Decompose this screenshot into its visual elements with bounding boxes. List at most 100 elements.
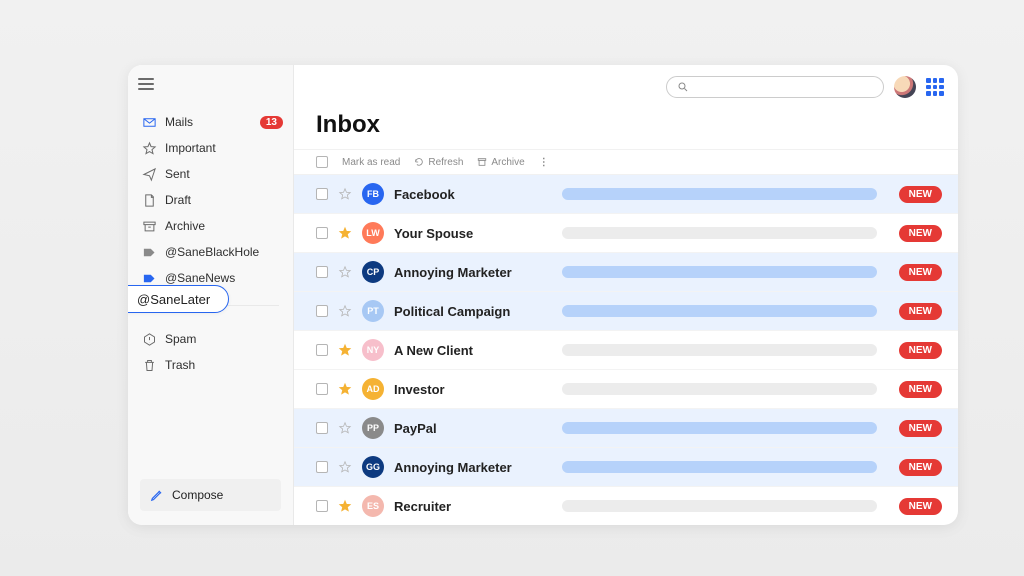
message-row[interactable]: FBFacebookNEW [294,175,958,214]
user-avatar[interactable] [894,76,916,98]
compose-button[interactable]: Compose [140,479,281,511]
sidebar-item-sent[interactable]: Sent [128,161,293,187]
star-icon[interactable] [338,304,352,318]
topbar [294,65,958,109]
star-icon [142,141,157,156]
sidebar-item-mails[interactable]: Mails 13 [128,109,293,135]
spam-icon [142,332,157,347]
message-row[interactable]: CPAnnoying MarketerNEW [294,253,958,292]
sidebar-item-label: Draft [165,193,293,207]
sender-name: Recruiter [394,499,552,514]
row-checkbox[interactable] [316,188,328,200]
message-row[interactable]: GG Annoying Marketer NEW [294,448,958,487]
new-badge: NEW [899,264,942,281]
main-pane: Inbox Mark as read Refresh Archive ⋮ FBF… [294,65,958,525]
send-icon [142,167,157,182]
new-badge: NEW [899,381,942,398]
sidebar-item-label: Mails [165,115,252,129]
new-badge: NEW [899,498,942,515]
message-row[interactable]: PPPayPalNEW [294,409,958,448]
sidebar-item-label: Archive [165,219,293,233]
apps-grid-button[interactable] [926,78,944,96]
tag-gray-icon [142,245,157,260]
message-preview-bar [562,461,877,473]
more-actions-button[interactable]: ⋮ [539,157,550,168]
row-checkbox[interactable] [316,266,328,278]
hamburger-menu-button[interactable] [138,75,293,93]
sidebar-item-label: Trash [165,358,293,372]
sidebar-item--saneblackhole[interactable]: @SaneBlackHole [128,239,293,265]
sender-name: Your Spouse [394,226,552,241]
search-input[interactable] [666,76,884,98]
mark-as-read-button[interactable]: Mark as read [342,157,400,168]
star-icon[interactable] [338,265,352,279]
message-preview-bar [562,383,877,395]
message-preview-bar [562,305,877,317]
row-checkbox[interactable] [316,305,328,317]
row-checkbox[interactable] [316,344,328,356]
new-badge: NEW [899,225,942,242]
select-all-checkbox[interactable] [316,156,328,168]
message-preview-bar [562,344,877,356]
message-row[interactable]: ESRecruiterNEW [294,487,958,525]
message-row[interactable]: PTPolitical CampaignNEW [294,292,958,331]
archive-icon [142,219,157,234]
sender-avatar: GG [362,456,384,478]
sender-avatar: LW [362,222,384,244]
sidebar-item-draft[interactable]: Draft [128,187,293,213]
sidebar-item-label: @SaneNews [165,271,293,285]
message-row[interactable]: LW Your Spouse NEW [294,214,958,253]
mail-icon [142,115,157,130]
star-icon[interactable] [338,499,352,513]
message-preview-bar [562,266,877,278]
row-checkbox[interactable] [316,500,328,512]
sender-avatar: FB [362,183,384,205]
email-app-window: Mails 13 Important Sent Draft Archive @SaneBla… [128,65,958,525]
sidebar-item-archive[interactable]: Archive [128,213,293,239]
star-icon[interactable] [338,382,352,396]
sidebar-item-trash[interactable]: Trash [128,352,293,378]
row-checkbox[interactable] [316,227,328,239]
message-preview-bar [562,500,877,512]
star-icon[interactable] [338,226,352,240]
message-row[interactable]: NY A New Client NEW [294,331,958,370]
star-icon[interactable] [338,460,352,474]
pencil-icon [150,488,164,502]
selected-tag-label: @SaneLater [137,292,210,307]
selected-tag-pill[interactable]: @SaneLater [128,285,229,313]
sender-avatar: PT [362,300,384,322]
row-checkbox[interactable] [316,461,328,473]
refresh-button[interactable]: Refresh [414,157,463,168]
row-checkbox[interactable] [316,422,328,434]
row-checkbox[interactable] [316,383,328,395]
star-icon[interactable] [338,343,352,357]
sender-name: Annoying Marketer [394,460,552,475]
sidebar-item-label: Important [165,141,293,155]
unread-count-badge: 13 [260,116,283,129]
star-icon[interactable] [338,187,352,201]
star-icon[interactable] [338,421,352,435]
sender-name: A New Client [394,343,552,358]
archive-button[interactable]: Archive [477,157,524,168]
sidebar-item-spam[interactable]: Spam [128,326,293,352]
message-row[interactable]: AD Investor NEW [294,370,958,409]
message-list: FBFacebookNEWLWYour SpouseNEWCPAnnoying … [294,175,958,525]
refresh-icon [414,157,424,167]
sender-name: Political Campaign [394,304,552,319]
sender-avatar: AD [362,378,384,400]
sender-name: Annoying Marketer [394,265,552,280]
compose-label: Compose [172,488,223,502]
new-badge: NEW [899,342,942,359]
archive-icon [477,157,487,167]
sidebar-item-label: Sent [165,167,293,181]
sender-avatar: NY [362,339,384,361]
sender-name: Investor [394,382,552,397]
page-title: Inbox [294,109,958,149]
sidebar-item-important[interactable]: Important [128,135,293,161]
search-icon [677,81,689,93]
sidebar-item-label: @SaneBlackHole [165,245,293,259]
new-badge: NEW [899,459,942,476]
sidebar-item-label: Spam [165,332,293,346]
new-badge: NEW [899,186,942,203]
list-toolbar: Mark as read Refresh Archive ⋮ [294,149,958,175]
